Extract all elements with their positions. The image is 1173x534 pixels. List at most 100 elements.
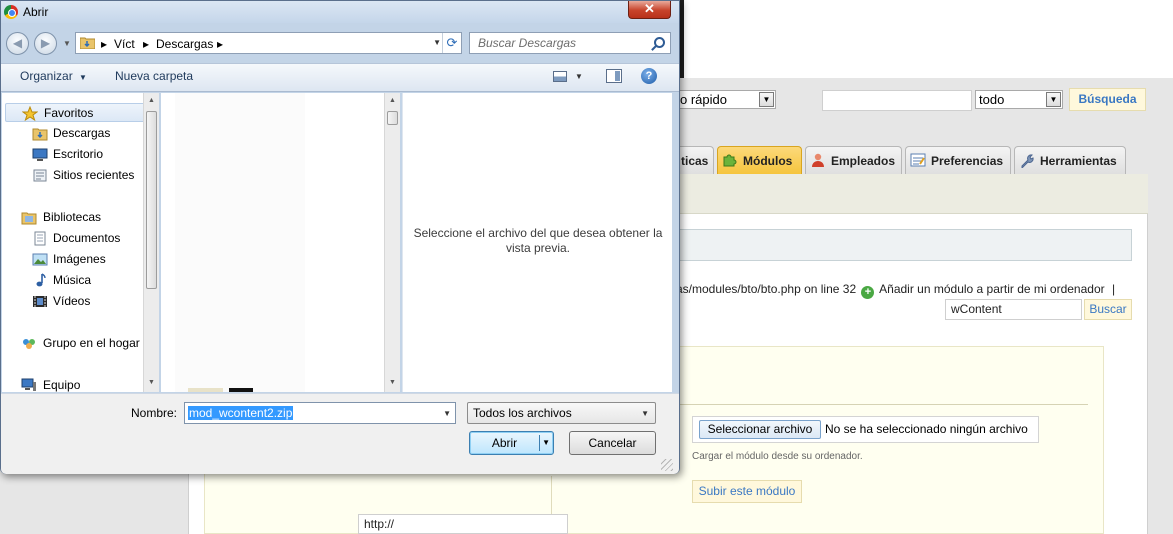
breadcrumb-item[interactable]: Descargas <box>156 37 213 51</box>
tab-preferences[interactable]: Preferencias <box>905 146 1011 175</box>
search-scope-select[interactable]: todo ▼ <box>975 90 1063 109</box>
nav-item-pictures[interactable]: Imágenes <box>2 250 144 269</box>
cancel-button[interactable]: Cancelar <box>569 431 656 455</box>
videos-icon <box>32 294 48 309</box>
navigation-pane: Favoritos Descargas Escritorio Sitios re… <box>2 93 159 392</box>
search-button[interactable]: Búsqueda <box>1069 88 1146 111</box>
navigation-scrollbar[interactable]: ▲ ▼ <box>143 93 159 392</box>
search-scope-value: todo <box>979 92 1005 107</box>
preview-message: Seleccione el archivo del que desea obte… <box>413 226 663 255</box>
chrome-icon <box>4 5 18 19</box>
tab-modules[interactable]: Módulos <box>717 146 802 175</box>
scroll-up-icon[interactable]: ▲ <box>144 93 159 109</box>
organize-menu[interactable]: Organizar ▼ <box>20 69 87 83</box>
preview-pane-icon[interactable] <box>606 69 622 83</box>
new-folder-button[interactable]: Nueva carpeta <box>115 69 193 83</box>
forward-button[interactable]: ▶ <box>34 32 57 55</box>
nav-item-documents[interactable]: Documentos <box>2 229 144 248</box>
wrench-icon <box>1019 150 1035 170</box>
recent-places-icon <box>32 168 48 183</box>
file-upload-field: Seleccionar archivo No se ha seleccionad… <box>692 416 1039 443</box>
file-list-scrollbar[interactable]: ▲ ▼ <box>384 93 400 392</box>
change-view-icon[interactable] <box>553 71 567 82</box>
open-button[interactable]: Abrir ▼ <box>469 431 554 455</box>
chevron-down-icon[interactable]: ▼ <box>575 72 583 81</box>
nav-item-homegroup[interactable]: Grupo en el hogar <box>2 334 144 353</box>
dialog-search-box <box>469 32 671 54</box>
downloads-folder-icon <box>79 36 96 50</box>
search-input[interactable] <box>470 33 650 53</box>
nav-item-label: Bibliotecas <box>43 210 102 224</box>
add-module-link[interactable]: Añadir un módulo a partir de mi ordenado… <box>879 282 1104 296</box>
arrow-left-icon: ◀ <box>12 36 23 50</box>
file-thumbnail[interactable] <box>229 388 253 392</box>
filename-value: mod_wcontent2.zip <box>188 406 294 420</box>
search-query-input[interactable] <box>822 90 972 111</box>
breadcrumb-separator-icon: ▸ <box>217 37 224 51</box>
filename-label: Nombre: <box>131 406 178 420</box>
nav-item-recent-places[interactable]: Sitios recientes <box>2 166 144 185</box>
refresh-icon[interactable]: ⟳ <box>442 33 461 53</box>
resize-grip-icon[interactable] <box>661 459 673 471</box>
chevron-down-icon[interactable]: ▼ <box>433 38 441 47</box>
nav-item-desktop[interactable]: Escritorio <box>2 145 144 164</box>
filetype-select[interactable]: Todos los archivos ▼ <box>467 402 656 424</box>
employee-icon <box>810 150 826 167</box>
search-icon[interactable] <box>654 37 665 48</box>
scroll-down-icon[interactable]: ▼ <box>385 375 400 391</box>
split-divider <box>539 435 540 451</box>
dialog-titlebar[interactable] <box>1 1 679 23</box>
close-button[interactable]: ✕ <box>628 1 671 19</box>
chevron-down-icon: ▼ <box>759 92 774 107</box>
module-search-input[interactable]: wContent <box>945 299 1082 320</box>
homegroup-icon <box>21 336 37 351</box>
help-icon[interactable]: ? <box>641 68 657 84</box>
tab-statistics[interactable]: ticas <box>676 146 714 175</box>
open-file-dialog: Abrir ✕ ◀ ▶ ▼ ▸ Víct ▸ Descargas ▸ ▼ ⟳ O… <box>0 0 680 474</box>
nav-item-favorites[interactable]: Favoritos <box>5 103 147 122</box>
chevron-down-icon: ▼ <box>641 409 649 418</box>
organize-label: Organizar <box>20 69 73 83</box>
file-status-text: No se ha seleccionado ningún archivo <box>825 422 1028 436</box>
scrollbar-thumb[interactable] <box>146 111 157 289</box>
back-button[interactable]: ◀ <box>6 32 29 55</box>
nav-item-label: Escritorio <box>53 147 104 161</box>
close-icon: ✕ <box>644 1 655 16</box>
tab-tools[interactable]: Herramientas <box>1014 146 1126 175</box>
module-search-button[interactable]: Buscar <box>1084 299 1132 320</box>
desktop-icon <box>32 147 48 162</box>
upload-module-button[interactable]: Subir este módulo <box>692 480 802 503</box>
libraries-icon <box>21 210 37 225</box>
choose-file-button[interactable]: Seleccionar archivo <box>699 420 821 439</box>
preview-pane: Seleccione el archivo del que desea obte… <box>402 93 672 392</box>
scroll-down-icon[interactable]: ▼ <box>144 375 159 391</box>
tab-employees[interactable]: Empleados <box>805 146 902 175</box>
breadcrumb-separator-icon: ▸ <box>101 37 108 51</box>
breadcrumb-item[interactable]: Víct <box>114 37 135 51</box>
nav-item-downloads[interactable]: Descargas <box>2 124 144 143</box>
nav-item-label: Vídeos <box>53 294 91 308</box>
chevron-down-icon[interactable]: ▼ <box>542 432 550 454</box>
pictures-icon <box>32 252 48 267</box>
error-text: as/modules/bto/bto.php on line 32 <box>676 282 857 296</box>
tab-label: Preferencias <box>931 154 1004 168</box>
preferences-icon <box>910 150 926 167</box>
star-icon <box>21 105 39 122</box>
search-mode-select[interactable]: o rápido ▼ <box>676 90 776 109</box>
nav-item-music[interactable]: Música <box>2 271 144 290</box>
nav-item-label: Imágenes <box>53 252 106 266</box>
divider <box>676 404 1088 405</box>
dialog-title: Abrir <box>23 5 49 19</box>
nav-item-label: Descargas <box>53 126 111 140</box>
scroll-up-icon[interactable]: ▲ <box>385 93 400 109</box>
scrollbar-thumb[interactable] <box>387 111 398 125</box>
filetype-value: Todos los archivos <box>473 406 572 420</box>
nav-item-libraries[interactable]: Bibliotecas <box>2 208 144 227</box>
recent-locations-dropdown[interactable]: ▼ <box>63 39 71 48</box>
filename-input[interactable]: mod_wcontent2.zip ▼ <box>184 402 456 424</box>
chevron-down-icon[interactable]: ▼ <box>443 409 451 418</box>
url-input[interactable]: http:// <box>358 514 568 534</box>
file-thumbnail[interactable] <box>188 388 223 392</box>
address-bar[interactable]: ▸ Víct ▸ Descargas ▸ ▼ ⟳ <box>75 32 462 54</box>
nav-item-videos[interactable]: Vídeos <box>2 292 144 311</box>
